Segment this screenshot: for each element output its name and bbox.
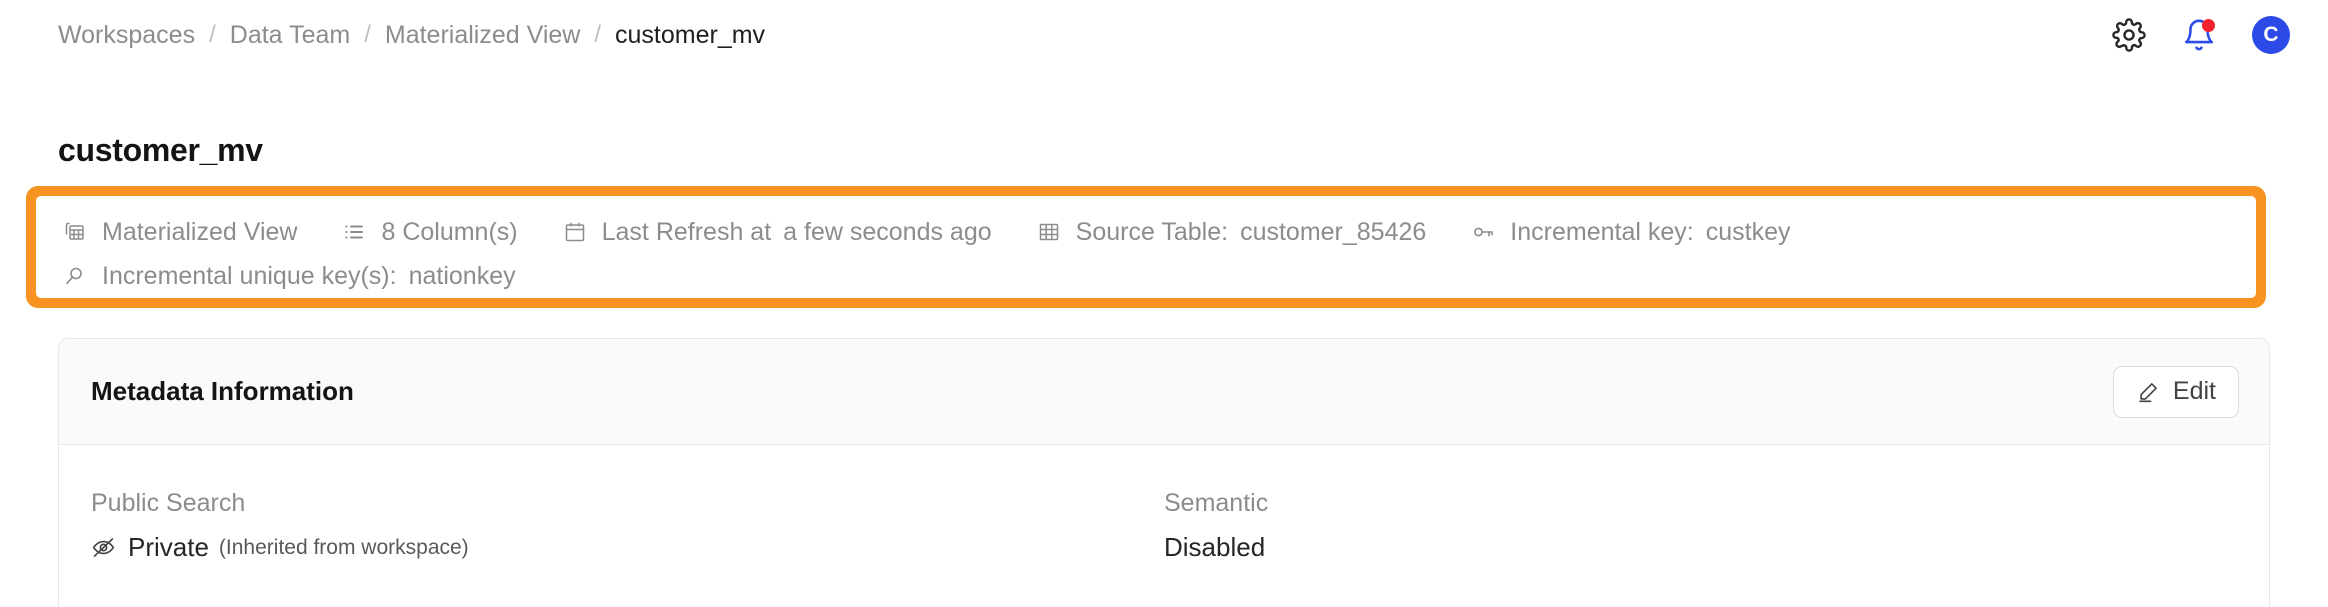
table-grid-icon xyxy=(1036,220,1062,244)
avatar-initial: C xyxy=(2263,23,2279,46)
eye-off-icon xyxy=(91,535,116,560)
breadcrumb: Workspaces / Data Team / Materialized Vi… xyxy=(58,21,765,50)
field-public-search: Public Search Private (Inherited from wo… xyxy=(91,489,1164,563)
search-key-icon xyxy=(62,264,88,288)
info-label-column-count: 8 Column(s) xyxy=(381,217,518,246)
top-bar: Workspaces / Data Team / Materialized Vi… xyxy=(0,0,2328,70)
field-note-public-search: (Inherited from workspace) xyxy=(218,535,469,559)
notifications-button[interactable] xyxy=(2182,18,2216,52)
notification-badge-dot xyxy=(2202,19,2215,32)
info-label-source-table: Source Table: xyxy=(1075,217,1229,246)
list-icon xyxy=(341,220,367,244)
entity-info-bar: Materialized View 8 Column(s) Last Refre… xyxy=(36,196,2256,298)
gear-icon xyxy=(2112,18,2146,52)
breadcrumb-item-customer-mv[interactable]: customer_mv xyxy=(615,21,765,50)
info-value-last-refresh: a few seconds ago xyxy=(783,217,992,246)
info-item-source-table: Source Table: customer_85426 xyxy=(1036,217,1427,247)
page-title: customer_mv xyxy=(58,132,263,168)
info-value-incremental-unique-keys: nationkey xyxy=(408,261,516,290)
field-label-public-search: Public Search xyxy=(91,489,246,517)
metadata-information-card: Metadata Information Edit Public Search xyxy=(58,338,2270,607)
field-value-semantic: Disabled xyxy=(1164,532,2237,563)
field-label-semantic: Semantic xyxy=(1164,489,1269,517)
info-item-last-refresh: Last Refresh at a few seconds ago xyxy=(562,218,992,247)
breadcrumb-separator: / xyxy=(594,21,602,48)
breadcrumb-separator: / xyxy=(209,21,216,48)
info-item-column-count: 8 Column(s) xyxy=(341,217,518,247)
highlight-outline: Materialized View 8 Column(s) Last Refre… xyxy=(26,186,2266,308)
calendar-icon xyxy=(562,220,588,244)
info-item-entity-type: Materialized View xyxy=(62,218,297,247)
field-semantic: Semantic Disabled xyxy=(1164,489,2237,563)
info-label-incremental-unique-keys: Incremental unique key(s): xyxy=(102,261,397,290)
info-item-incremental-unique-keys: Incremental unique key(s): nationkey xyxy=(62,262,516,291)
settings-button[interactable] xyxy=(2112,18,2146,52)
entity-info-row-2: Incremental unique key(s): nationkey xyxy=(62,254,2230,298)
materialized-view-icon xyxy=(62,220,88,244)
top-bar-actions: C xyxy=(2112,16,2290,54)
avatar[interactable]: C xyxy=(2252,16,2290,54)
edit-button-label: Edit xyxy=(2172,377,2216,405)
app-page: Workspaces / Data Team / Materialized Vi… xyxy=(0,0,2328,607)
info-value-incremental-key: custkey xyxy=(1705,217,1791,246)
pencil-edit-icon xyxy=(2136,380,2160,404)
breadcrumb-item-workspaces[interactable]: Workspaces xyxy=(58,21,195,50)
info-item-incremental-key: Incremental key: custkey xyxy=(1470,218,1790,247)
metadata-card-header: Metadata Information Edit xyxy=(59,339,2269,445)
field-value-text-semantic: Disabled xyxy=(1164,532,1266,562)
breadcrumb-separator: / xyxy=(364,21,371,48)
info-label-entity-type: Materialized View xyxy=(102,217,298,246)
edit-button[interactable]: Edit xyxy=(2112,365,2239,418)
field-value-public-search: Private (Inherited from workspace) xyxy=(91,532,1164,563)
entity-info-row-1: Materialized View 8 Column(s) Last Refre… xyxy=(62,210,2230,254)
info-label-last-refresh: Last Refresh at xyxy=(601,217,772,246)
key-icon xyxy=(1470,220,1496,244)
info-label-incremental-key: Incremental key: xyxy=(1510,217,1694,246)
info-value-source-table: customer_85426 xyxy=(1240,217,1427,246)
breadcrumb-item-data-team[interactable]: Data Team xyxy=(230,21,350,50)
breadcrumb-item-materialized-view[interactable]: Materialized View xyxy=(385,21,580,50)
metadata-card-title: Metadata Information xyxy=(91,376,354,406)
field-value-text-public-search: Private xyxy=(128,532,209,562)
metadata-card-body: Public Search Private (Inherited from wo… xyxy=(59,445,2269,563)
